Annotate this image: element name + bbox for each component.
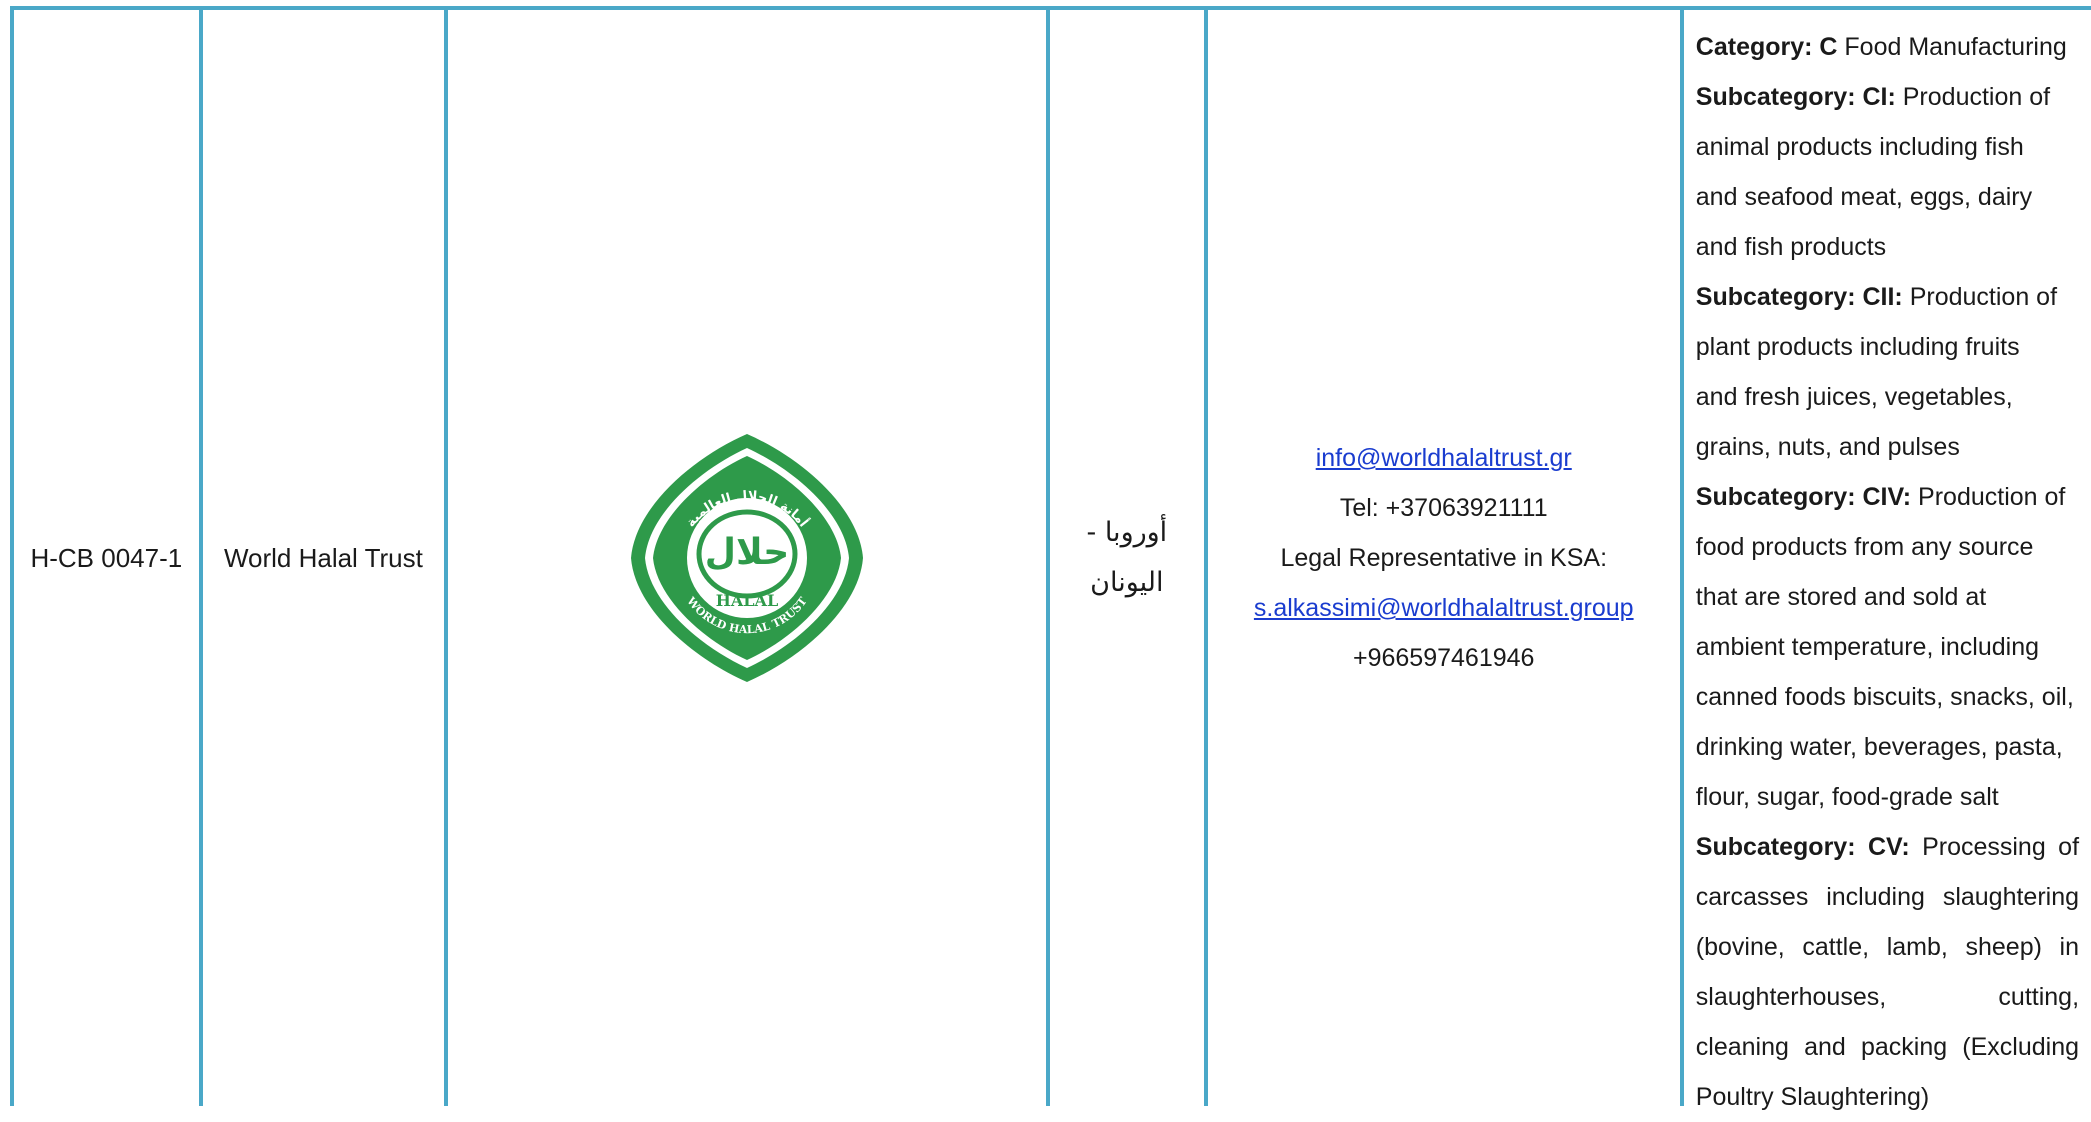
logo-cell: حلال HALAL أمانة الحلال العالمية WORLD H…	[448, 10, 1050, 1106]
scope-text: food products from any source	[1695, 533, 2034, 561]
scope-text: carcasses including slaughtering	[1695, 883, 2080, 911]
region-line: أوروبا -	[1086, 517, 1168, 548]
svg-text:HALAL: HALAL	[716, 591, 778, 610]
scope-details: Category: C Food Manufacturing Subcatego…	[1696, 22, 2079, 1122]
subcategory-civ-label: Subcategory: CIV:	[1695, 483, 1912, 511]
category-line: Category: C Food Manufacturing	[1696, 22, 2079, 72]
scope-text: and fish products	[1695, 233, 1887, 261]
email-link[interactable]: info@worldhalaltrust.gr	[1254, 433, 1634, 483]
scope-text: (bovine, cattle, lamb, sheep) in	[1695, 933, 2080, 961]
certificate-id: H-CB 0047-1	[30, 542, 183, 573]
scope-text: Processing of	[1909, 833, 2080, 861]
scope-text: plant products including fruits	[1695, 333, 2020, 361]
certification-body-row: H-CB 0047-1 World Halal Trust حلال HALAL…	[10, 6, 2091, 1111]
subcategory-ci-label: Subcategory: CI:	[1695, 83, 1896, 111]
scope-text: canned foods biscuits, snacks, oil,	[1695, 683, 2074, 711]
scope-text: and seafood meat, eggs, dairy	[1695, 183, 2033, 211]
region-country: أوروبا - اليونان	[1087, 508, 1168, 608]
scope-text: and fresh juices, vegetables,	[1695, 383, 2013, 411]
subcategory-cii-label: Subcategory: CII:	[1695, 283, 1903, 311]
legal-rep-phone: +966597461946	[1353, 644, 1535, 672]
name-cell: World Halal Trust	[203, 10, 449, 1106]
scope-text: that are stored and sold at	[1695, 583, 1987, 611]
scope-text: cleaning and packing (Excluding	[1695, 1033, 2080, 1061]
subcategory-civ-line: Subcategory: CIV: Production of	[1696, 472, 2079, 522]
region-cell: أوروبا - اليونان	[1050, 10, 1208, 1106]
category-label: Category: C	[1695, 33, 1838, 61]
scope-text: Production of	[1895, 83, 2051, 111]
scope-text: slaughterhouses, cutting,	[1695, 983, 2080, 1011]
contact-cell: info@worldhalaltrust.gr Tel: +3706392111…	[1208, 10, 1684, 1106]
subcategory-cv-line: Subcategory: CV: Processing of	[1696, 822, 2079, 872]
halal-logo-icon: حلال HALAL أمانة الحلال العالمية WORLD H…	[627, 428, 867, 688]
scope-text: Production of	[1902, 283, 2058, 311]
contact-details: info@worldhalaltrust.gr Tel: +3706392111…	[1254, 433, 1634, 683]
scope-text: grains, nuts, and pulses	[1695, 433, 1960, 461]
subcategory-cv-label: Subcategory: CV:	[1695, 833, 1910, 861]
scope-text: Production of	[1911, 483, 2066, 511]
legal-rep-email-link[interactable]: s.alkassimi@worldhalaltrust.group	[1254, 583, 1634, 633]
country-line: اليونان	[1090, 567, 1164, 598]
id-cell: H-CB 0047-1	[14, 10, 203, 1106]
scope-text: ambient temperature, including	[1695, 633, 2040, 661]
scope-text: flour, sugar, food-grade salt	[1695, 783, 1999, 811]
scope-text: drinking water, beverages, pasta,	[1695, 733, 2063, 761]
svg-text:حلال: حلال	[705, 532, 790, 573]
scope-text: Poultry Slaughtering)	[1695, 1083, 1930, 1111]
organization-name: World Halal Trust	[223, 542, 423, 573]
scope-text: animal products including fish	[1695, 133, 2024, 161]
telephone: Tel: +37063921111	[1339, 494, 1548, 522]
subcategory-cii-line: Subcategory: CII: Production of	[1696, 272, 2079, 322]
legal-rep-label: Legal Representative in KSA:	[1280, 544, 1608, 572]
subcategory-ci-line: Subcategory: CI: Production of	[1696, 72, 2079, 122]
category-value: Food Manufacturing	[1837, 33, 2067, 61]
scope-cell: Category: C Food Manufacturing Subcatego…	[1684, 10, 2091, 1111]
